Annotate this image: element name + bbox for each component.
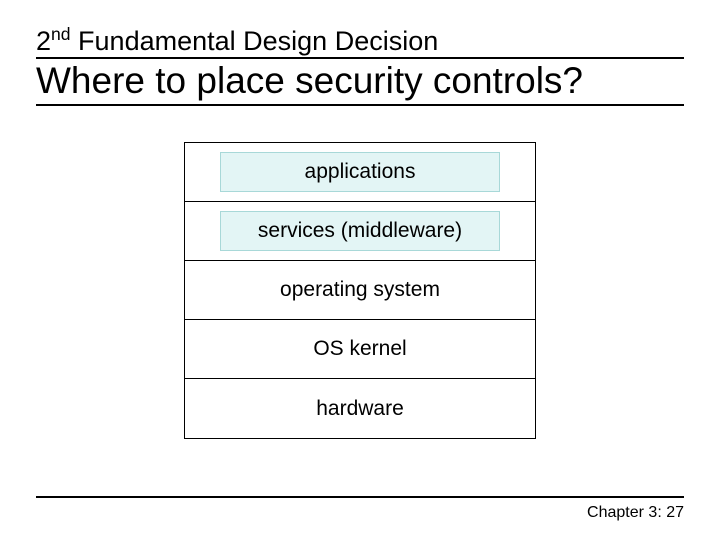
layer-hardware-label: hardware [220, 389, 500, 429]
subtitle-rest: Fundamental Design Decision [71, 26, 439, 56]
layer-kernel: OS kernel [185, 320, 535, 379]
subtitle-prefix: 2 [36, 26, 51, 56]
layer-services-label: services (middleware) [220, 211, 500, 251]
layer-os-label: operating system [220, 270, 500, 310]
layer-os: operating system [185, 261, 535, 320]
footer-divider [36, 496, 684, 498]
layer-applications: applications [185, 143, 535, 202]
layer-applications-label: applications [220, 152, 500, 192]
footer-text: Chapter 3: 27 [587, 504, 684, 522]
slide-title: Where to place security controls? [36, 61, 684, 106]
subtitle-super: nd [51, 24, 71, 44]
layer-kernel-label: OS kernel [220, 329, 500, 369]
slide-subtitle: 2nd Fundamental Design Decision [36, 24, 684, 59]
layer-stack: applications services (middleware) opera… [184, 142, 536, 439]
layer-services: services (middleware) [185, 202, 535, 261]
layer-hardware: hardware [185, 379, 535, 438]
